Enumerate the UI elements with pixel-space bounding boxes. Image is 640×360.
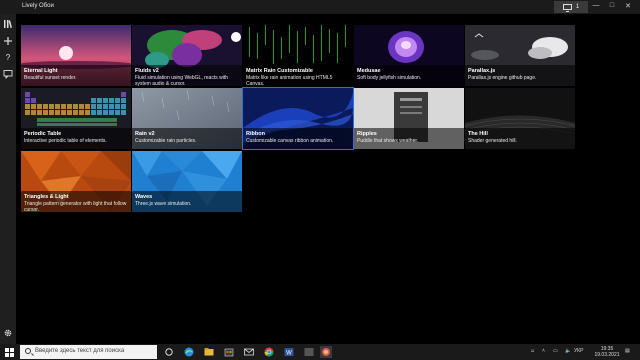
tile-description: Customizable canvas ribbon animation. — [246, 138, 334, 144]
wallpaper-tile[interactable]: Rain v2 Customizable rain particles. — [132, 88, 242, 149]
minimize-button[interactable]: — — [590, 2, 602, 9]
word-icon[interactable]: W — [283, 346, 295, 358]
tile-description: Fluid simulation using WebGL, reacts wit… — [135, 75, 229, 86]
library-icon[interactable] — [3, 19, 13, 29]
wallpaper-tile[interactable]: Waves Three.js wave simulation. — [132, 151, 242, 212]
tile-description: Soft body jellyfish simulation. — [357, 75, 422, 81]
wallpaper-tile[interactable]: Ribbon Customizable canvas ribbon animati… — [242, 87, 354, 150]
system-clock[interactable]: 19:35 19.03.2021 — [594, 346, 620, 358]
search-icon — [25, 348, 31, 354]
tile-title: Triangles & Light — [24, 194, 69, 200]
tile-title: Ripples — [357, 131, 377, 137]
lively-app-icon[interactable] — [320, 346, 332, 358]
tile-title: Matrix Rain Customizable — [246, 68, 313, 74]
wallpaper-tile[interactable]: Fluids v2 Fluid simulation using WebGL, r… — [132, 25, 242, 86]
battery-icon[interactable]: ▭ — [553, 348, 558, 354]
tile-description: Puddle that shows weather. — [357, 138, 419, 144]
tile-title: Periodic Table — [24, 131, 62, 137]
task-view-icon[interactable] — [163, 346, 175, 358]
clock-date: 19.03.2021 — [594, 352, 620, 358]
tile-description: Beautiful sunset render. — [24, 75, 77, 81]
wallpaper-tile[interactable]: Parallax.js Parallax.js engine github pag… — [465, 25, 575, 86]
edge-icon[interactable] — [183, 346, 195, 358]
tile-description: Three.js wave simulation. — [135, 201, 192, 207]
tile-title: Fluids v2 — [135, 68, 159, 74]
wallpaper-tile[interactable]: Matrix Rain Customizable Matrix like rain… — [243, 25, 353, 86]
monitor-icon — [562, 4, 572, 12]
wallpaper-tile[interactable]: The Hill Shader generated hill. — [465, 88, 575, 149]
tile-title: Medusae — [357, 68, 381, 74]
wallpaper-tile[interactable]: Medusae Soft body jellyfish simulation. — [354, 25, 464, 86]
tile-title: Rain v2 — [135, 131, 155, 137]
tile-description: Parallax.js engine github page. — [468, 75, 537, 81]
file-explorer-icon[interactable] — [203, 346, 215, 358]
help-icon[interactable]: ? — [3, 53, 13, 63]
chat-icon[interactable] — [3, 69, 13, 80]
wallpaper-tile[interactable]: Triangles & Light Triangle pattern genera… — [21, 151, 131, 212]
wallpaper-tile[interactable]: Ripples Puddle that shows weather. — [354, 88, 464, 149]
wallpaper-tile[interactable]: Eternal Light Beautiful sunset render. — [21, 25, 131, 86]
tile-title: Parallax.js — [468, 68, 496, 74]
left-nav-rail: ? — [0, 14, 16, 344]
windows-start-icon[interactable] — [5, 348, 14, 357]
add-icon[interactable] — [3, 36, 13, 46]
tile-description: Shader generated hill. — [468, 138, 517, 144]
tile-description: Triangle pattern generator with light th… — [24, 201, 127, 212]
tile-title: The Hill — [468, 131, 488, 137]
wallpaper-tile[interactable]: Periodic Table Interactive periodic table… — [21, 88, 131, 149]
store-icon[interactable] — [223, 346, 235, 358]
taskbar: Введите здесь текст для поиска W ☺ ˄ ▭ 🔈… — [0, 344, 640, 360]
maximize-button[interactable]: □ — [606, 2, 618, 9]
app-icon[interactable] — [303, 346, 315, 358]
tile-title: Eternal Light — [24, 68, 58, 74]
mail-icon[interactable] — [243, 346, 255, 358]
volume-icon[interactable]: 🔈 — [565, 348, 571, 354]
tile-description: Interactive periodic table of elements. — [24, 138, 107, 144]
notifications-icon[interactable]: ▤ — [625, 348, 630, 354]
people-icon[interactable]: ☺ — [530, 348, 535, 354]
tile-description: Customizable rain particles. — [135, 138, 197, 144]
tile-description: Matrix like rain animation using HTML5 C… — [246, 75, 333, 86]
title-bar: Lively Обои 1 — □ ✕ — [0, 0, 640, 14]
tile-title: Waves — [135, 194, 153, 200]
gear-icon[interactable] — [3, 328, 13, 338]
close-button[interactable]: ✕ — [622, 2, 634, 10]
lang-indicator[interactable]: УКР — [574, 348, 583, 354]
chrome-icon[interactable] — [263, 346, 275, 358]
search-placeholder: Введите здесь текст для поиска — [35, 348, 125, 354]
screen-number: 1 — [575, 4, 580, 10]
svg-text:W: W — [286, 351, 292, 357]
tile-title: Ribbon — [246, 131, 265, 137]
screen-selector-button[interactable]: 1 — [554, 1, 588, 13]
tray-chevron-icon[interactable]: ˄ — [542, 348, 545, 354]
window-title: Lively Обои — [22, 3, 54, 9]
taskbar-search-box[interactable]: Введите здесь текст для поиска — [20, 345, 157, 359]
